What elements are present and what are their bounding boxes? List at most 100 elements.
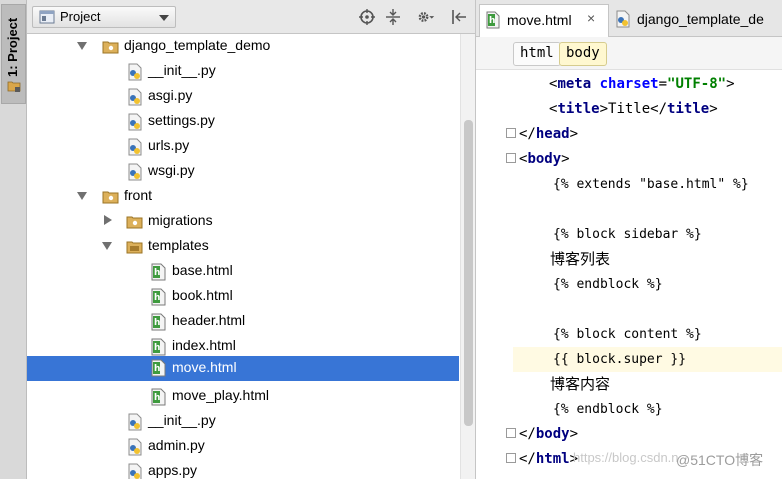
svg-text:h: h — [154, 268, 160, 278]
html-file-icon: h — [151, 359, 166, 377]
tree-item-urls-py[interactable]: urls.py — [27, 134, 459, 159]
code-line: <meta charset="UTF-8"> — [549, 76, 735, 92]
svg-text:h: h — [154, 318, 160, 328]
svg-text:h: h — [154, 343, 160, 353]
tree-item-header-html[interactable]: h header.html — [27, 309, 459, 334]
python-file-icon — [128, 463, 142, 479]
package-folder-icon — [102, 191, 119, 204]
scrollbar-thumb[interactable] — [464, 120, 473, 426]
code-line: 博客列表 — [550, 250, 611, 268]
tree-item-wsgi-py[interactable]: wsgi.py — [27, 159, 459, 184]
tree-item-label: front — [124, 187, 153, 203]
tree-item-settings-py[interactable]: settings.py — [27, 109, 459, 134]
python-file-icon — [128, 113, 142, 131]
code-line: {% extends "base.html" %} — [553, 177, 749, 192]
html-file-icon: h — [151, 313, 166, 331]
tree-item-init-py[interactable]: __init__.py — [27, 59, 459, 84]
python-file-icon — [128, 63, 142, 81]
tree-item-label: __init__.py — [148, 62, 216, 78]
tree-item-move-play-html[interactable]: h move_play.html — [27, 384, 459, 409]
tree-item-label: book.html — [172, 287, 233, 303]
code-line: <title>Title</title> — [549, 101, 718, 117]
pin-hide-icon[interactable] — [450, 8, 468, 26]
tab-move-html[interactable]: h move.html × — [479, 4, 609, 37]
html-file-icon: h — [486, 11, 500, 29]
code-line: </body> — [519, 426, 579, 442]
code-line: {% endblock %} — [553, 402, 663, 417]
tab-django-template-demo[interactable]: django_template_de — [610, 4, 782, 37]
tree-item-templates[interactable]: templates — [27, 234, 459, 259]
tree-item-label: urls.py — [148, 137, 190, 153]
project-view-label: Project — [60, 9, 101, 24]
tree-scrollbar[interactable] — [460, 34, 475, 479]
python-file-icon — [616, 10, 630, 28]
expanded-arrow-icon[interactable] — [102, 242, 112, 250]
html-file-icon: h — [151, 388, 166, 406]
tree-item-label: move.html — [172, 359, 237, 375]
python-file-icon — [128, 163, 142, 181]
code-line: {% block sidebar %} — [553, 227, 702, 242]
code-line: {% endblock %} — [553, 277, 663, 292]
svg-text:h: h — [489, 16, 495, 26]
tree-item-migrations[interactable]: migrations — [27, 209, 459, 234]
editor-tabs: h move.html × django_template_de — [476, 0, 782, 37]
tree-item-label: settings.py — [148, 112, 215, 128]
code-line: {% block content %} — [553, 327, 702, 342]
collapse-all-icon[interactable] — [384, 8, 402, 26]
project-view-selector[interactable]: Project — [32, 6, 176, 28]
code-area[interactable]: <meta charset="UTF-8"> <title>Title</tit… — [513, 70, 782, 479]
package-folder-icon — [126, 216, 143, 229]
project-view-icon — [39, 10, 55, 24]
tree-item-base-html[interactable]: h base.html — [27, 259, 459, 284]
tree-item-label: migrations — [148, 212, 213, 228]
html-file-icon: h — [151, 288, 166, 306]
svg-text:h: h — [154, 393, 160, 403]
project-header: Project — [27, 0, 475, 34]
python-file-icon — [128, 438, 142, 456]
svg-text:h: h — [154, 293, 160, 303]
tree-item-label: admin.py — [148, 437, 205, 453]
tab-label: move.html — [507, 12, 572, 28]
tree-item-admin-py[interactable]: admin.py — [27, 434, 459, 459]
tree-item-apps-py[interactable]: apps.py — [27, 459, 459, 479]
tree-item-label: templates — [148, 237, 209, 253]
chevron-down-icon[interactable] — [159, 15, 169, 21]
tree-item-asgi-py[interactable]: asgi.py — [27, 84, 459, 109]
tree-item-label: header.html — [172, 312, 246, 328]
collapsed-arrow-icon[interactable] — [104, 215, 112, 225]
tree-item-book-html[interactable]: h book.html — [27, 284, 459, 309]
crosshair-icon[interactable] — [358, 8, 376, 26]
project-tool-label: 1: Project — [5, 17, 20, 77]
python-file-icon — [128, 88, 142, 106]
breadcrumb-html[interactable]: html — [513, 42, 561, 66]
watermark-brand: @51CTO博客 — [676, 452, 764, 468]
close-icon[interactable]: × — [587, 10, 595, 26]
code-line: 博客内容 — [550, 375, 611, 393]
project-tool-tab[interactable]: 1: Project — [1, 4, 26, 104]
code-line-current: {{ block.super }} — [513, 347, 782, 372]
tree-item-label: base.html — [172, 262, 233, 278]
tree-item-move-html[interactable]: h move.html — [27, 356, 459, 381]
tree-item-label: asgi.py — [148, 87, 193, 103]
tree-item-init-py[interactable]: __init__.py — [27, 409, 459, 434]
expanded-arrow-icon[interactable] — [77, 42, 87, 50]
folder-icon — [126, 241, 143, 254]
code-line: <body> — [519, 151, 570, 167]
python-file-icon — [128, 413, 142, 431]
breadcrumb-body[interactable]: body — [559, 42, 607, 66]
folder-icon — [7, 81, 21, 92]
html-file-icon: h — [151, 263, 166, 281]
gear-icon[interactable] — [417, 8, 435, 26]
tree-item-django-template-demo[interactable]: django_template_demo — [27, 34, 459, 59]
tab-label: django_template_de — [637, 11, 764, 27]
package-folder-icon — [102, 41, 119, 54]
tree-item-label: apps.py — [148, 462, 198, 478]
expanded-arrow-icon[interactable] — [77, 192, 87, 200]
tool-window-strip: 1: Project — [0, 0, 27, 479]
tree-item-label: index.html — [172, 337, 236, 353]
tree-item-front[interactable]: front — [27, 184, 459, 209]
code-line: </head> — [519, 126, 579, 142]
tree-item-label: __init__.py — [148, 412, 216, 428]
